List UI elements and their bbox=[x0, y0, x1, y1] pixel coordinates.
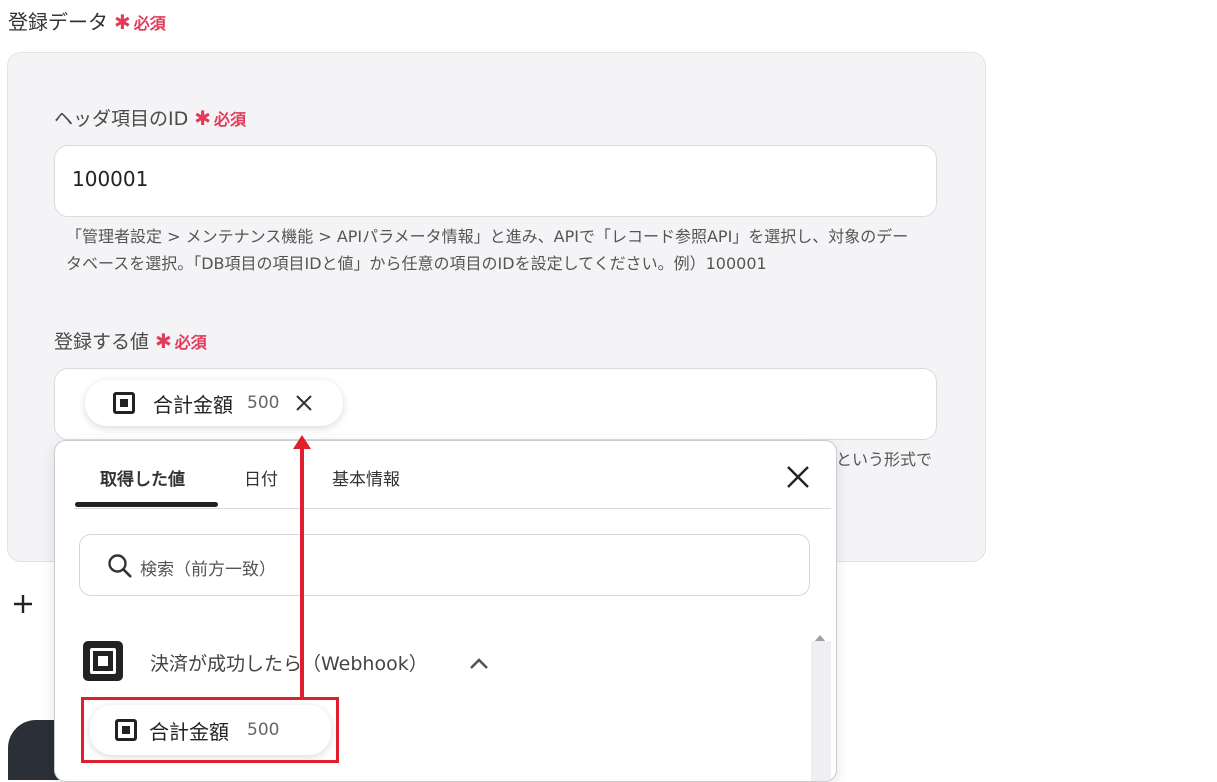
header-id-help: 「管理者設定 > メンテナンス機能 > APIパラメータ情報」と進み、APIで「… bbox=[66, 223, 966, 277]
tab-divider bbox=[75, 508, 831, 509]
chevron-up-icon[interactable] bbox=[469, 655, 489, 669]
section-title: 登録データ ✱ 必須 bbox=[8, 6, 166, 35]
required-badge: ✱ 必須 bbox=[114, 10, 166, 34]
value-label: 登録する値 ✱ 必須 bbox=[54, 329, 207, 353]
plus-icon[interactable] bbox=[12, 593, 34, 615]
chip-label: 合計金額 bbox=[153, 392, 233, 417]
annotation-highlight-box bbox=[81, 697, 339, 763]
header-id-label: ヘッダ項目のID ✱ 必須 bbox=[54, 106, 247, 130]
tab-acquired-values[interactable]: 取得した値 bbox=[100, 465, 185, 490]
required-badge: ✱ 必須 bbox=[155, 329, 207, 353]
tab-basic-info[interactable]: 基本情報 bbox=[332, 465, 400, 490]
square-logo-icon bbox=[83, 641, 123, 681]
chip-value: 500 bbox=[247, 393, 280, 413]
value-chip[interactable]: 合計金額 500 bbox=[85, 380, 343, 426]
annotation-arrow-line bbox=[300, 446, 304, 698]
annotation-arrow-head-icon bbox=[293, 434, 311, 449]
close-icon[interactable] bbox=[295, 394, 313, 412]
header-id-value: 100001 bbox=[72, 167, 149, 191]
help-line: 「管理者設定 > メンテナンス機能 > APIパラメータ情報」と進み、APIで「… bbox=[66, 227, 909, 246]
square-logo-icon bbox=[113, 392, 135, 414]
header-id-input[interactable]: 100001 bbox=[54, 145, 937, 217]
help-line: タベースを選択。「DB項目の項目IDと値」から任意の項目のIDを設定してください… bbox=[66, 254, 767, 273]
search-placeholder: 検索（前方一致） bbox=[140, 560, 276, 580]
tab-date[interactable]: 日付 bbox=[244, 465, 278, 490]
search-input[interactable]: 検索（前方一致） bbox=[79, 534, 810, 596]
active-tab-indicator bbox=[75, 502, 218, 507]
group-label: 決済が成功したら（Webhook） bbox=[150, 653, 428, 675]
close-icon[interactable] bbox=[786, 465, 810, 489]
section-title-text: 登録データ bbox=[8, 10, 108, 34]
required-badge: ✱ 必須 bbox=[194, 106, 247, 130]
scroll-up-icon[interactable] bbox=[813, 628, 827, 642]
value-help-tail: という形式で bbox=[836, 450, 933, 469]
scrollbar-track[interactable] bbox=[811, 641, 831, 781]
search-icon bbox=[107, 553, 133, 579]
